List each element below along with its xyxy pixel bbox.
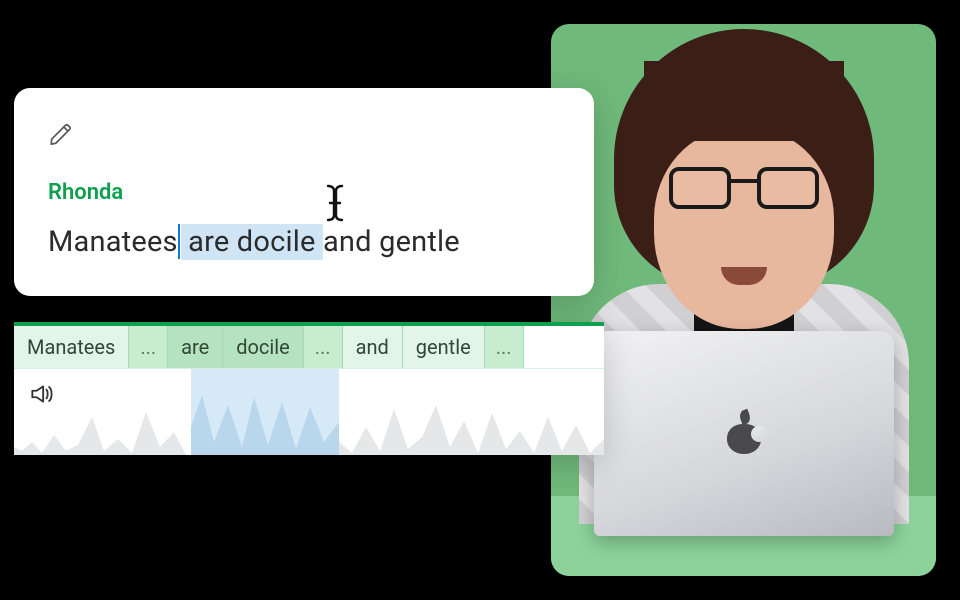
- laptop: [594, 331, 894, 536]
- word-gap[interactable]: ...: [304, 326, 343, 368]
- word-cell[interactable]: docile: [223, 326, 304, 368]
- transcript-editor-card: Rhonda Manatees are docile and gentle: [14, 88, 594, 296]
- timeline: Manatees...aredocile...andgentle...: [14, 322, 604, 455]
- word-cell[interactable]: are: [168, 326, 223, 368]
- waveform: [14, 387, 604, 455]
- word-gap[interactable]: ...: [485, 326, 524, 368]
- person-illustration: [584, 29, 904, 289]
- transcript-selection: are docile: [181, 224, 323, 260]
- pencil-icon[interactable]: [48, 122, 74, 148]
- transcript-pre: Manatees: [48, 225, 178, 259]
- word-gap[interactable]: ...: [129, 326, 168, 368]
- text-cursor-icon: [323, 183, 347, 223]
- word-cell[interactable]: Manatees: [14, 326, 129, 368]
- photo-panel: [551, 24, 936, 576]
- transcript-post: and gentle: [323, 225, 460, 259]
- waveform-row[interactable]: [14, 369, 604, 455]
- word-row[interactable]: Manatees...aredocile...andgentle...: [14, 326, 604, 369]
- transcript-text[interactable]: Manatees are docile and gentle: [48, 223, 560, 262]
- caret: [178, 224, 180, 259]
- word-cell[interactable]: and: [343, 326, 403, 368]
- speaker-name[interactable]: Rhonda: [48, 180, 560, 205]
- word-cell[interactable]: gentle: [403, 326, 485, 368]
- apple-logo-icon: [727, 414, 761, 454]
